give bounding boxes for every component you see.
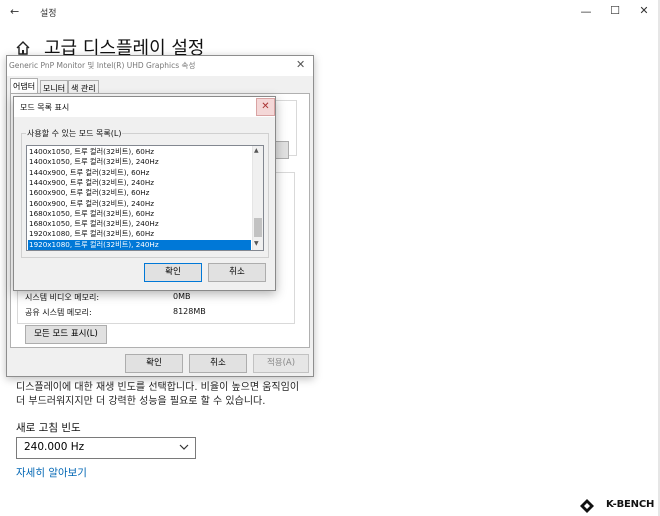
- mode-list-item[interactable]: 1440x900, 트루 컬러(32비트), 240Hz: [28, 178, 251, 188]
- modes-title: 모드 목록 표시: [20, 103, 70, 112]
- props-title: Generic PnP Monitor 및 Intel(R) UHD Graph…: [9, 61, 196, 70]
- modes-listbox[interactable]: 1400x1050, 트루 컬러(32비트), 60Hz 1400x1050, 트…: [26, 145, 264, 251]
- modes-scrollbar[interactable]: ▲ ▼: [252, 146, 263, 250]
- mode-list-item[interactable]: 1680x1050, 트루 컬러(32비트), 240Hz: [28, 219, 251, 229]
- settings-titlebar: ← 설정 — ☐ ✕: [0, 0, 660, 24]
- scroll-down-icon[interactable]: ▼: [254, 240, 259, 247]
- modes-cancel-button[interactable]: 취소: [208, 263, 266, 282]
- window-title: 설정: [40, 9, 57, 19]
- tab-monitor[interactable]: 모니터: [40, 80, 69, 94]
- kbench-logo-text: K-BENCH: [606, 499, 655, 510]
- mode-list-item[interactable]: 1600x900, 트루 컬러(32비트), 240Hz: [28, 199, 251, 209]
- mode-list-item[interactable]: 1400x1050, 트루 컬러(32비트), 240Hz: [28, 157, 251, 167]
- refresh-rate-select[interactable]: 240.000 Hz: [16, 437, 196, 459]
- shared-memory-value: 8128MB: [173, 307, 206, 316]
- props-ok-button[interactable]: 확인: [125, 354, 183, 373]
- scroll-up-icon[interactable]: ▲: [254, 147, 259, 154]
- modes-titlebar: 모드 목록 표시 ✕: [14, 97, 275, 117]
- maximize-icon[interactable]: ☐: [605, 4, 625, 17]
- refresh-rate-label: 새로 고침 빈도: [16, 422, 81, 434]
- video-memory-value: 0MB: [173, 292, 191, 301]
- close-icon[interactable]: ✕: [634, 4, 654, 17]
- tab-adapter[interactable]: 어댑터: [10, 78, 39, 94]
- modes-ok-button[interactable]: 확인: [144, 263, 202, 282]
- minimize-icon[interactable]: —: [576, 5, 596, 18]
- scroll-thumb[interactable]: [254, 218, 262, 237]
- back-icon[interactable]: ←: [10, 5, 19, 18]
- shared-memory-label: 공유 시스템 메모리:: [25, 308, 92, 317]
- home-icon[interactable]: [15, 40, 31, 56]
- list-all-modes-button[interactable]: 모든 모드 표시(L): [25, 325, 107, 344]
- mode-list-item[interactable]: 1680x1050, 트루 컬러(32비트), 60Hz: [28, 209, 251, 219]
- props-titlebar: Generic PnP Monitor 및 Intel(R) UHD Graph…: [7, 56, 313, 76]
- mode-list-item[interactable]: 1440x900, 트루 컬러(32비트), 60Hz: [28, 168, 251, 178]
- chevron-down-icon: [179, 444, 189, 450]
- learn-more-link[interactable]: 자세히 알아보기: [16, 465, 87, 480]
- tab-color-management[interactable]: 색 관리: [68, 80, 99, 94]
- modes-group-label: 사용할 수 있는 모드 목록(L): [26, 128, 123, 139]
- mode-list-item[interactable]: 1400x1050, 트루 컬러(32비트), 60Hz: [28, 147, 251, 157]
- refresh-rate-value: 240.000 Hz: [24, 441, 85, 453]
- mode-list-item[interactable]: 1920x1080, 트루 컬러(32비트), 240Hz: [28, 239, 251, 250]
- mode-list-item[interactable]: 1920x1080, 트루 컬러(32비트), 60Hz: [28, 229, 251, 239]
- props-cancel-button[interactable]: 취소: [189, 354, 247, 373]
- mode-list-item[interactable]: 1600x900, 트루 컬러(32비트), 60Hz: [28, 188, 251, 198]
- modes-close-icon[interactable]: ✕: [256, 98, 275, 116]
- props-apply-button[interactable]: 적용(A): [253, 354, 309, 373]
- refresh-rate-description: 디스플레이에 대한 재생 빈도를 선택합니다. 비율이 높으면 움직임이 더 부…: [16, 382, 300, 407]
- props-close-icon[interactable]: ✕: [296, 58, 305, 71]
- mode-list-dialog: 모드 목록 표시 ✕ 사용할 수 있는 모드 목록(L) 1400x1050, …: [13, 96, 276, 291]
- video-memory-label: 시스템 비디오 메모리:: [25, 293, 100, 302]
